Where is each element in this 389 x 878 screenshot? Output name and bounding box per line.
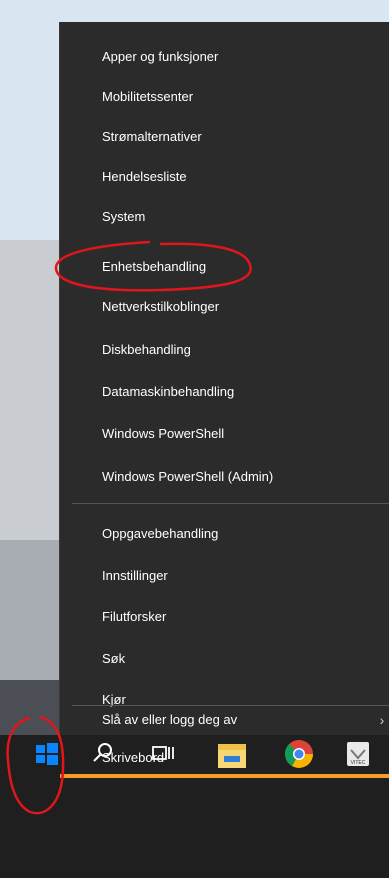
task-view-icon[interactable] [148, 738, 178, 770]
menu-item-search[interactable]: Søk [60, 639, 389, 679]
search-icon[interactable] [88, 738, 118, 770]
menu-item-settings[interactable]: Innstillinger [60, 556, 389, 596]
menu-item-mobility-center[interactable]: Mobilitetssenter [60, 77, 389, 117]
taskbar-accent-line [60, 774, 389, 778]
menu-item-computer-management[interactable]: Datamaskinbehandling [60, 372, 389, 412]
chrome-icon[interactable] [283, 738, 315, 770]
submenu-arrow-icon: › [379, 712, 385, 728]
menu-item-event-viewer[interactable]: Hendelsesliste [60, 157, 389, 197]
vitec-app-icon[interactable]: VITEC [343, 738, 373, 770]
menu-item-device-manager[interactable]: Enhetsbehandling [60, 247, 389, 287]
menu-item-file-explorer[interactable]: Filutforsker [60, 597, 389, 637]
menu-item-network-connections[interactable]: Nettverkstilkoblinger [60, 287, 389, 327]
menu-item-label: Slå av eller logg deg av [102, 712, 238, 727]
menu-item-task-manager[interactable]: Oppgavebehandling [60, 514, 389, 554]
windows-start-icon[interactable] [28, 738, 64, 770]
file-explorer-icon[interactable] [215, 738, 249, 770]
menu-separator [72, 503, 389, 504]
menu-item-powershell[interactable]: Windows PowerShell [60, 414, 389, 454]
winx-context-menu: Apper og funksjoner Mobilitetssenter Str… [60, 22, 389, 776]
menu-item-power-options[interactable]: Strømalternativer [60, 117, 389, 157]
menu-item-apps-features[interactable]: Apper og funksjoner [60, 37, 389, 77]
menu-item-shutdown-signout[interactable]: Slå av eller logg deg av › [60, 700, 389, 740]
menu-item-disk-management[interactable]: Diskbehandling [60, 330, 389, 370]
menu-item-system[interactable]: System [60, 197, 389, 237]
vitec-label: VITEC [351, 760, 366, 766]
menu-item-powershell-admin[interactable]: Windows PowerShell (Admin) [60, 457, 389, 497]
